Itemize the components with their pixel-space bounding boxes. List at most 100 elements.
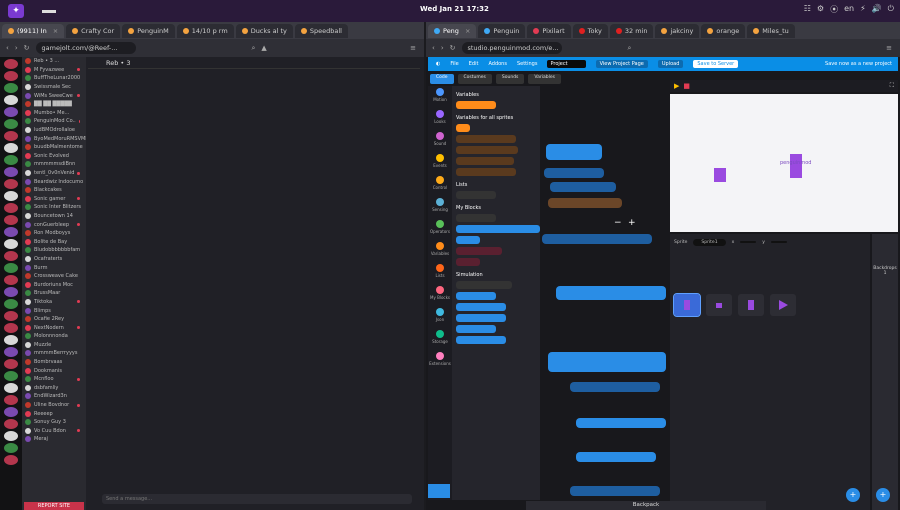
script-block[interactable]	[576, 418, 666, 428]
zoom-in-icon[interactable]: +	[628, 218, 636, 228]
channel-item[interactable]: ByoMedMoruRMSVMB	[22, 134, 86, 143]
block[interactable]	[456, 135, 516, 143]
browser-tab[interactable]: Penguin	[478, 23, 526, 38]
browser-tab[interactable]: Crafty Cor	[66, 23, 121, 38]
channel-item[interactable]: PenguinMod Co..	[22, 117, 86, 126]
channel-item[interactable]: Sonic Evolved	[22, 152, 86, 161]
channel-item[interactable]: Dookmanis	[22, 366, 86, 375]
guild-icon[interactable]	[4, 371, 18, 381]
fullscreen-icon[interactable]: ⛶	[890, 82, 894, 90]
tray-item[interactable]: ☷	[804, 4, 811, 15]
channel-item[interactable]: Burm	[22, 263, 86, 272]
category-lists[interactable]: Lists	[428, 264, 452, 284]
zoom-out-icon[interactable]: −	[614, 218, 622, 228]
category-my-blocks[interactable]: My Blocks	[428, 286, 452, 306]
menu-addons[interactable]: Addons	[488, 61, 507, 67]
menu-settings[interactable]: Settings	[517, 61, 538, 67]
tab-sounds[interactable]: Sounds	[495, 74, 525, 84]
guild-icon[interactable]	[4, 407, 18, 417]
guild-icon[interactable]	[4, 71, 18, 81]
guild-icon[interactable]	[4, 299, 18, 309]
stage-panel[interactable]: Backdrops 1	[872, 234, 898, 510]
browser-tab[interactable]: Ducks al ty	[235, 23, 293, 38]
channel-item[interactable]: NextNodern	[22, 323, 86, 332]
sprite-thumbnail[interactable]	[706, 294, 732, 316]
category-sound[interactable]: Sound	[428, 132, 452, 152]
browser-tab[interactable]: 14/10 p rm	[176, 23, 234, 38]
tray-item[interactable]: 🔊	[872, 4, 882, 15]
guild-icon[interactable]	[4, 395, 18, 405]
channel-item[interactable]: Swissmale Sec	[22, 83, 86, 92]
script-block[interactable]	[548, 352, 666, 372]
activities-icon[interactable]	[42, 9, 56, 13]
browser-tab[interactable]: Toky	[572, 23, 608, 38]
guild-icon[interactable]	[4, 443, 18, 453]
sprite[interactable]	[714, 168, 726, 182]
channel-item[interactable]: Reeeep	[22, 409, 86, 418]
guild-icon[interactable]	[4, 251, 18, 261]
guild-icon[interactable]	[4, 383, 18, 393]
forward-icon[interactable]: ›	[15, 44, 18, 52]
stop-icon[interactable]: ■	[683, 82, 690, 90]
address-bar[interactable]: gamejolt.com/@Reef-...	[35, 42, 136, 54]
guild-icon[interactable]	[4, 227, 18, 237]
block[interactable]	[456, 236, 480, 244]
category-control[interactable]: Control	[428, 176, 452, 196]
os-logo-icon[interactable]: ✦	[8, 4, 24, 18]
search-icon[interactable]: ⌕	[628, 44, 632, 53]
add-sprite-icon[interactable]: +	[846, 488, 860, 502]
tab-variables[interactable]: Variables	[528, 74, 561, 84]
channel-item[interactable]: Blimps	[22, 306, 86, 315]
guild-icon[interactable]	[4, 83, 18, 93]
menu-icon[interactable]: ≡	[886, 44, 892, 52]
tray-item[interactable]: ⏻	[888, 4, 894, 15]
block[interactable]	[456, 168, 516, 176]
guild-icon[interactable]	[4, 419, 18, 429]
channel-item[interactable]: conGuerbleep	[22, 220, 86, 229]
channel-item[interactable]: Sonic Inter Blitzers	[22, 203, 86, 212]
guild-icon[interactable]	[4, 239, 18, 249]
menu-edit[interactable]: Edit	[469, 61, 479, 67]
channel-item[interactable]: Bludobbbbbbbfam	[22, 246, 86, 255]
green-flag-icon[interactable]: ▶	[674, 82, 679, 90]
channel-item[interactable]: Vo Cuu Bdon	[22, 427, 86, 436]
channel-item[interactable]: Sonuy Guy 3	[22, 418, 86, 427]
block[interactable]	[456, 292, 496, 300]
channel-item[interactable]: Crossweave Cake	[22, 272, 86, 281]
channel-item[interactable]: Beardwiz Indocumo	[22, 177, 86, 186]
guild-icon[interactable]	[4, 455, 18, 465]
back-icon[interactable]: ‹	[432, 44, 435, 52]
x-field[interactable]	[740, 241, 757, 243]
channel-item[interactable]: dsbfamliy	[22, 384, 86, 393]
block[interactable]	[456, 101, 496, 109]
guild-icon[interactable]	[4, 311, 18, 321]
system-clock[interactable]: Wed Jan 21 17:32	[420, 5, 489, 13]
channel-item[interactable]: Ocafraterts	[22, 255, 86, 264]
add-backdrop-icon[interactable]: +	[876, 488, 890, 502]
guild-icon[interactable]	[4, 275, 18, 285]
channel-item[interactable]: BrussMaar	[22, 289, 86, 298]
channel-item[interactable]: Mcnfloo	[22, 375, 86, 384]
stage-canvas[interactable]: penguinmod	[670, 94, 898, 232]
view-project-page-button[interactable]: View Project Page	[595, 60, 648, 68]
upload-button[interactable]: Upload	[657, 60, 684, 68]
project-title-input[interactable]: Project	[547, 60, 586, 68]
channel-item[interactable]: buudbMalmentome	[22, 143, 86, 152]
category-events[interactable]: Events	[428, 154, 452, 174]
channel-item[interactable]: tentl_0v0nVenid	[22, 169, 86, 178]
save-to-server-button[interactable]: Save to Server	[693, 60, 739, 68]
block[interactable]	[456, 214, 496, 222]
block[interactable]	[456, 336, 506, 344]
search-icon[interactable]: ⌕	[252, 44, 256, 53]
browser-tab[interactable]: (9911) In ×	[2, 23, 65, 38]
sprite[interactable]	[790, 154, 802, 178]
channel-item[interactable]: BuffTheLunar2000	[22, 74, 86, 83]
address-bar[interactable]: studio.penguinmod.com/e...	[461, 42, 562, 54]
guild-icon[interactable]	[4, 95, 18, 105]
browser-tab[interactable]: Pixilart	[527, 23, 571, 38]
channel-item[interactable]: Blackcakes	[22, 186, 86, 195]
sprite-thumbnail[interactable]	[770, 294, 796, 316]
tray-item[interactable]: ⦿	[830, 4, 838, 15]
sprite-thumbnail[interactable]	[673, 293, 701, 317]
block[interactable]	[456, 247, 502, 255]
